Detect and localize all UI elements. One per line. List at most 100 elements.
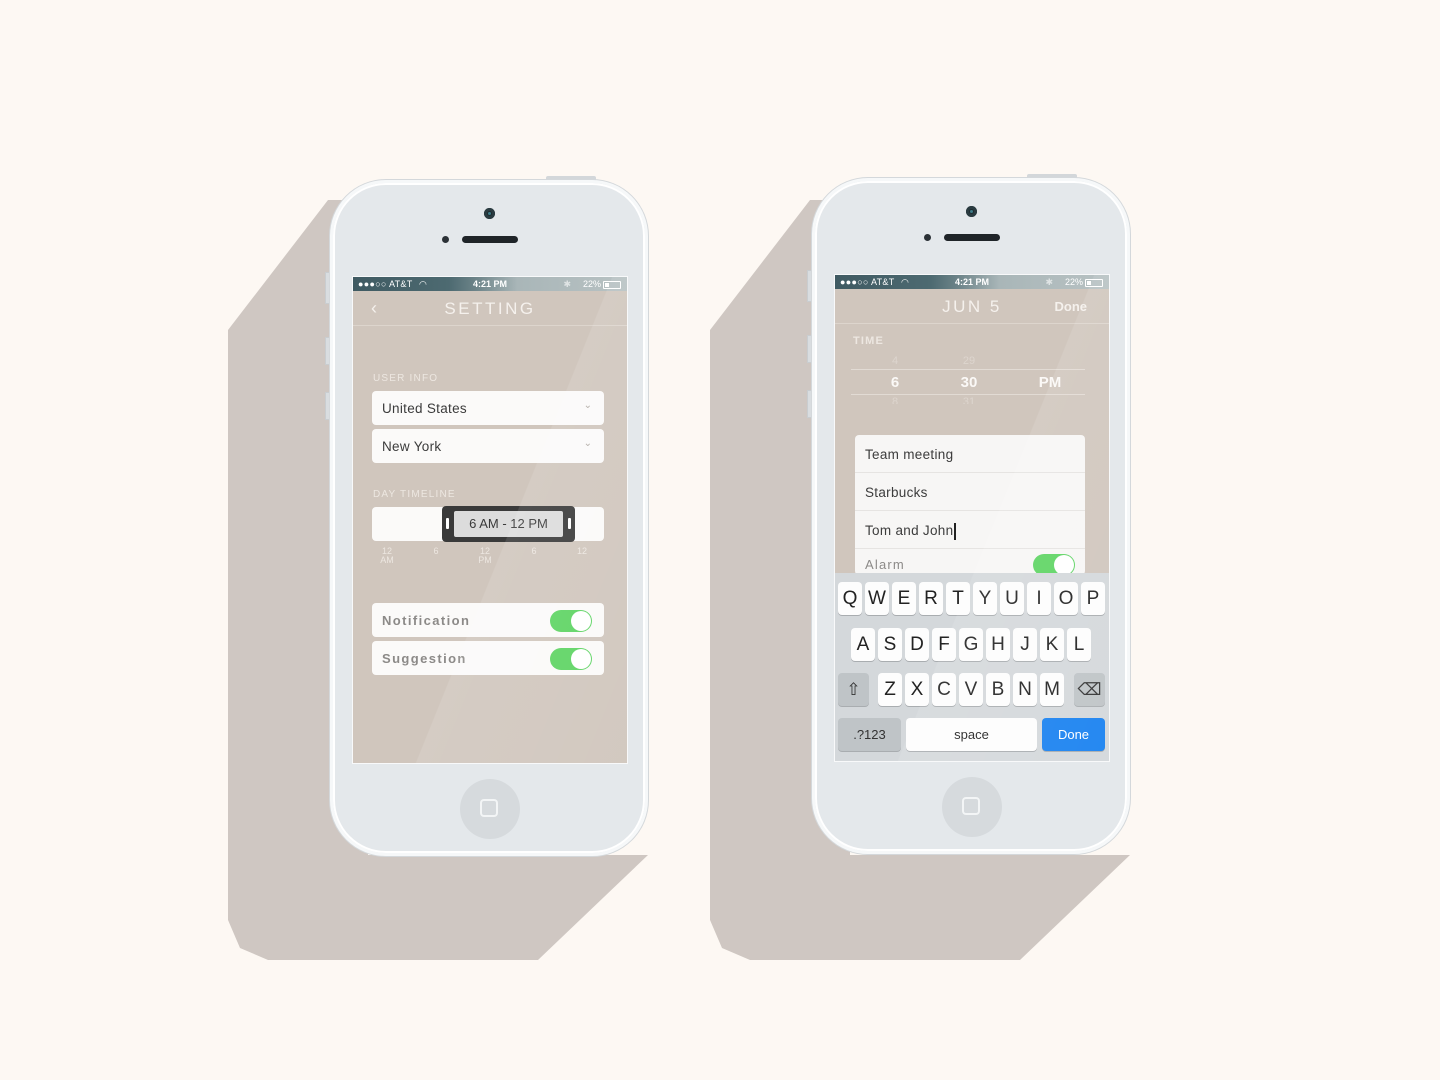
keyboard: Q W E R T Y U I O P A S D F G H J K L ⇧ …: [835, 573, 1109, 761]
numbers-key[interactable]: .?123: [838, 718, 901, 751]
key-t[interactable]: T: [946, 582, 970, 615]
key-j[interactable]: J: [1013, 628, 1037, 661]
range-label: 6 AM - 12 PM: [454, 511, 563, 537]
alarm-label: Alarm: [865, 557, 905, 572]
key-o[interactable]: O: [1054, 582, 1078, 615]
phone-left: ●●●○○ AT&T ◠ 4:21 PM ✱ 22% ‹ SETTING USE…: [330, 180, 648, 856]
key-p[interactable]: P: [1081, 582, 1105, 615]
period-selected[interactable]: PM: [1030, 374, 1070, 391]
range-start-handle[interactable]: [446, 518, 449, 529]
hour-below: 8: [891, 396, 899, 404]
toggle-knob: [571, 611, 591, 631]
timeline-tick: 6: [433, 546, 439, 556]
city-value: New York: [382, 439, 442, 454]
key-m[interactable]: M: [1040, 673, 1064, 706]
status-bar: ●●●○○ AT&T ◠ 4:21 PM ✱ 22%: [835, 275, 1109, 289]
key-l[interactable]: L: [1067, 628, 1091, 661]
key-y[interactable]: Y: [973, 582, 997, 615]
status-bar: ●●●○○ AT&T ◠ 4:21 PM ✱ 22%: [353, 277, 627, 291]
key-q[interactable]: Q: [838, 582, 862, 615]
suggestion-label: Suggestion: [382, 651, 467, 666]
key-b[interactable]: B: [986, 673, 1010, 706]
earpiece-speaker: [944, 234, 1000, 241]
home-button[interactable]: [942, 777, 1002, 837]
suggestion-row: Suggestion: [372, 641, 604, 675]
shift-key[interactable]: ⇧: [838, 673, 869, 706]
notification-label: Notification: [382, 613, 471, 628]
event-notes-field[interactable]: Tom and John: [855, 511, 1085, 549]
key-c[interactable]: C: [932, 673, 956, 706]
chevron-down-icon: ⌄: [583, 438, 592, 449]
key-n[interactable]: N: [1013, 673, 1037, 706]
earpiece-speaker: [462, 236, 518, 243]
key-k[interactable]: K: [1040, 628, 1064, 661]
timeline-tick: 12 PM: [478, 546, 492, 565]
minute-below: 31: [962, 396, 976, 404]
key-s[interactable]: S: [878, 628, 902, 661]
done-button[interactable]: Done: [1055, 299, 1088, 314]
delete-key[interactable]: ⌫: [1074, 673, 1105, 706]
country-value: United States: [382, 401, 467, 416]
key-d[interactable]: D: [905, 628, 929, 661]
keyboard-done-key[interactable]: Done: [1042, 718, 1105, 751]
suggestion-toggle[interactable]: [550, 648, 592, 670]
key-e[interactable]: E: [892, 582, 916, 615]
battery-icon: [603, 280, 621, 289]
timeline-range-selector[interactable]: 6 AM - 12 PM: [442, 506, 575, 542]
home-button[interactable]: [460, 779, 520, 839]
battery-percent: 22%: [582, 279, 601, 289]
text-cursor: [954, 523, 956, 540]
timeline-tick: 12 AM: [380, 546, 394, 565]
key-g[interactable]: G: [959, 628, 983, 661]
space-key[interactable]: space: [906, 718, 1037, 751]
front-camera-icon: [484, 208, 495, 219]
time-label: TIME: [853, 335, 885, 347]
city-select[interactable]: New York ⌄: [372, 429, 604, 463]
timeline-tick: 6: [531, 546, 537, 556]
timeline-tick: 12: [576, 546, 587, 556]
chevron-down-icon: ⌄: [583, 400, 592, 411]
event-title-field[interactable]: Team meeting: [855, 435, 1085, 473]
key-w[interactable]: W: [865, 582, 889, 615]
notification-toggle[interactable]: [550, 610, 592, 632]
key-r[interactable]: R: [919, 582, 943, 615]
settings-screen: ●●●○○ AT&T ◠ 4:21 PM ✱ 22% ‹ SETTING USE…: [352, 276, 628, 764]
hour-above: 4: [891, 355, 899, 367]
key-a[interactable]: A: [851, 628, 875, 661]
picker-divider: [851, 369, 1085, 370]
home-square-icon: [480, 799, 498, 817]
range-end-handle[interactable]: [568, 518, 571, 529]
key-v[interactable]: V: [959, 673, 983, 706]
key-u[interactable]: U: [1000, 582, 1024, 615]
toggle-knob: [571, 649, 591, 669]
key-x[interactable]: X: [905, 673, 929, 706]
page-title: SETTING: [444, 299, 536, 318]
event-screen: ●●●○○ AT&T ◠ 4:21 PM ✱ 22% JUN 5 Done TI…: [834, 274, 1110, 762]
toggle-knob: [1054, 555, 1074, 575]
key-i[interactable]: I: [1027, 582, 1051, 615]
day-timeline-slider[interactable]: 6 AM - 12 PM: [372, 506, 604, 542]
notification-row: Notification: [372, 603, 604, 637]
battery-status: 22%: [1065, 275, 1103, 289]
sensor-dot: [442, 236, 449, 243]
battery-status: 22%: [583, 277, 621, 291]
sensor-dot: [924, 234, 931, 241]
key-z[interactable]: Z: [878, 673, 902, 706]
day-timeline-label: DAY TIMELINE: [373, 489, 456, 500]
minute-selected[interactable]: 30: [949, 374, 989, 391]
alarm-toggle[interactable]: [1033, 554, 1075, 575]
battery-percent: 22%: [1064, 277, 1083, 287]
phone-right: ●●●○○ AT&T ◠ 4:21 PM ✱ 22% JUN 5 Done TI…: [812, 178, 1130, 854]
hour-selected[interactable]: 6: [875, 374, 915, 391]
event-location-field[interactable]: Starbucks: [855, 473, 1085, 511]
battery-icon: [1085, 278, 1103, 287]
bluetooth-icon: ✱: [563, 279, 571, 289]
front-camera-icon: [966, 206, 977, 217]
minute-above: 29: [962, 355, 976, 367]
user-info-label: USER INFO: [373, 373, 439, 384]
country-select[interactable]: United States ⌄: [372, 391, 604, 425]
bluetooth-icon: ✱: [1045, 277, 1053, 287]
key-f[interactable]: F: [932, 628, 956, 661]
key-h[interactable]: H: [986, 628, 1010, 661]
nav-bar: ‹ SETTING: [353, 291, 627, 326]
